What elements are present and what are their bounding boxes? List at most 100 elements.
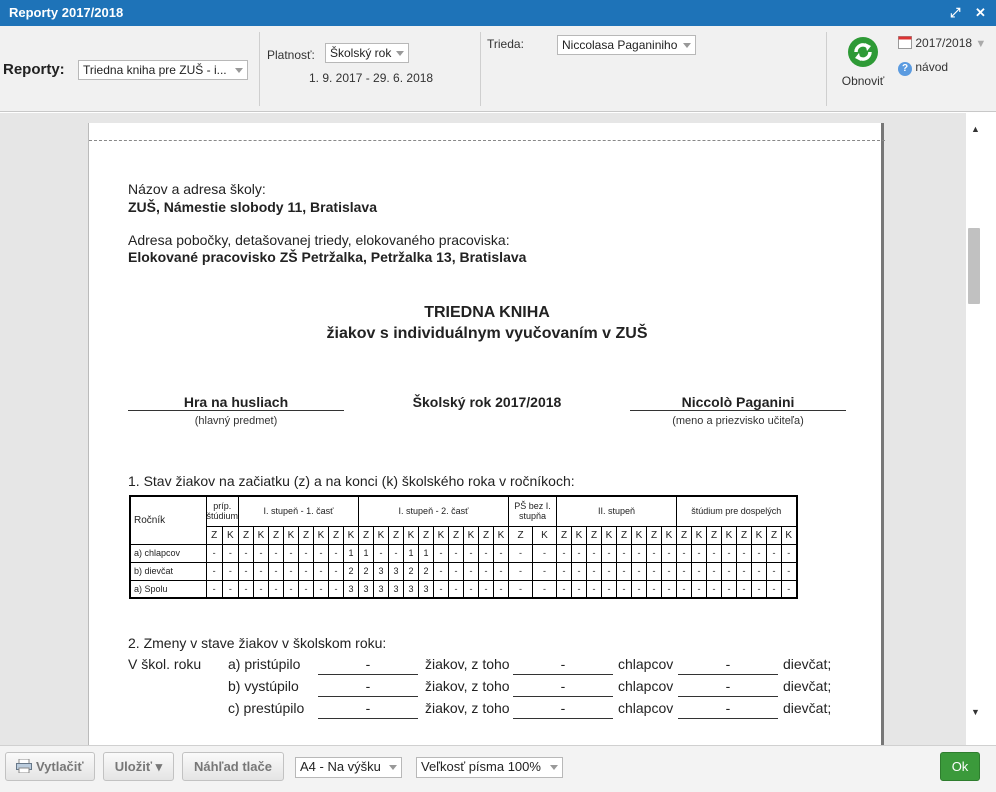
table-cell: 3 <box>403 579 420 599</box>
chevron-down-icon: ▼ <box>975 38 987 50</box>
platnost-select[interactable]: Školský rok <box>325 43 409 63</box>
table-cell: - <box>268 561 285 581</box>
zk-header: Z <box>268 525 285 545</box>
change-girls: - <box>725 700 731 716</box>
change-text: dievčat; <box>783 656 832 672</box>
change-boys: - <box>560 678 566 694</box>
zk-header: Z <box>388 525 405 545</box>
save-button[interactable]: Uložiť ▾ <box>103 752 174 781</box>
table-cell: - <box>631 579 648 599</box>
table-cell: - <box>508 543 534 563</box>
chevron-down-icon <box>683 43 691 48</box>
table-cell: 2 <box>403 561 420 581</box>
printer-icon <box>16 758 33 774</box>
table-cell: - <box>448 579 465 599</box>
close-icon[interactable]: ✕ <box>975 0 986 26</box>
table-cell: - <box>238 561 255 581</box>
v-skol-roku: V škol. roku <box>128 656 202 672</box>
table-cell: - <box>448 561 465 581</box>
trieda-select[interactable]: Niccolasa Paganiniho <box>557 35 696 55</box>
table-cell: 3 <box>373 561 390 581</box>
zk-header: Z <box>478 525 495 545</box>
table-cell: - <box>268 543 285 563</box>
zk-header: Z <box>676 525 693 545</box>
font-size-value: Veľkosť písma 100% <box>421 759 541 774</box>
table-cell: - <box>751 543 768 563</box>
table-cell: - <box>766 543 783 563</box>
refresh-button[interactable]: Obnoviť <box>839 36 887 92</box>
table-cell: - <box>781 561 798 581</box>
table-cell: - <box>661 543 678 563</box>
reporty-label: Reporty: <box>3 61 65 78</box>
paper-size-value: A4 - Na výšku <box>300 759 381 774</box>
table-cell: - <box>751 561 768 581</box>
zk-header: K <box>463 525 480 545</box>
font-size-select[interactable]: Veľkosť písma 100% <box>416 757 563 778</box>
print-button[interactable]: Vytlačiť <box>5 752 95 781</box>
paper-size-select[interactable]: A4 - Na výšku <box>295 757 402 778</box>
table-cell: - <box>676 579 693 599</box>
underline <box>513 718 613 719</box>
scroll-down-icon[interactable]: ▼ <box>971 707 980 717</box>
divider <box>259 32 260 106</box>
table-cell: - <box>205 543 223 563</box>
print-preview-button[interactable]: Náhľad tlače <box>182 752 284 781</box>
table-cell: - <box>706 561 723 581</box>
table-cell: - <box>221 561 240 581</box>
table-cell: - <box>556 543 573 563</box>
zk-header: Z <box>205 525 223 545</box>
zk-header: Z <box>298 525 315 545</box>
zk-header: Z <box>616 525 633 545</box>
refresh-icon <box>848 37 878 67</box>
table-cell: - <box>508 561 534 581</box>
teacher-name: Niccolò Paganini <box>681 394 795 410</box>
table-cell: - <box>571 579 588 599</box>
table-cell: - <box>661 561 678 581</box>
row-label: b) dievčat <box>129 561 207 581</box>
platnost-label: Platnosť: <box>267 48 315 62</box>
student-status-table: Ročník príp. štúdium I. stupeň - 1. časť I.… <box>129 495 798 599</box>
subject: Hra na husliach <box>183 394 289 410</box>
table-cell: - <box>571 561 588 581</box>
maximize-icon[interactable]: ⤢ <box>950 0 960 26</box>
table-cell: - <box>283 561 300 581</box>
year-selector[interactable]: 2017/2018 ▼ <box>898 35 986 51</box>
table-cell: - <box>328 543 345 563</box>
vertical-scrollbar[interactable]: ▲ ▼ <box>966 113 996 745</box>
table-cell: - <box>268 579 285 599</box>
underline <box>318 718 418 719</box>
zk-header: K <box>253 525 270 545</box>
table-cell: 1 <box>343 543 360 563</box>
table-cell: - <box>205 561 223 581</box>
table-cell: - <box>478 579 495 599</box>
table-cell: - <box>586 579 603 599</box>
table-cell: - <box>676 561 693 581</box>
change-count: - <box>365 678 371 694</box>
table-cell: - <box>736 579 753 599</box>
report-page: Názov a adresa školy: ZUŠ, Námestie slob… <box>88 123 885 745</box>
table-cell: - <box>493 543 510 563</box>
ok-button[interactable]: Ok <box>940 752 980 781</box>
table-cell: - <box>721 543 738 563</box>
report-select[interactable]: Triedna kniha pre ZUŠ - i... <box>78 60 248 80</box>
zk-header: Z <box>418 525 435 545</box>
scroll-up-icon[interactable]: ▲ <box>971 124 980 134</box>
teacher-caption: (meno a priezvisko učiteľa) <box>672 415 804 427</box>
table-cell: - <box>532 579 558 599</box>
table-cell: - <box>571 543 588 563</box>
zk-header: K <box>403 525 420 545</box>
table-cell: - <box>646 561 663 581</box>
table-cell: - <box>463 561 480 581</box>
trieda-select-value: Niccolasa Paganiniho <box>562 38 678 52</box>
table-cell: - <box>508 579 534 599</box>
change-label: b) vystúpilo <box>228 678 299 694</box>
table-cell: - <box>478 561 495 581</box>
table-cell: - <box>253 543 270 563</box>
change-text: chlapcov <box>618 678 674 694</box>
scrollbar-thumb[interactable] <box>968 228 980 304</box>
window-title: Reporty 2017/2018 <box>9 5 124 20</box>
zk-header: Z <box>556 525 573 545</box>
zk-header: K <box>283 525 300 545</box>
help-link[interactable]: ? návod <box>898 60 948 76</box>
zk-header: Z <box>646 525 663 545</box>
